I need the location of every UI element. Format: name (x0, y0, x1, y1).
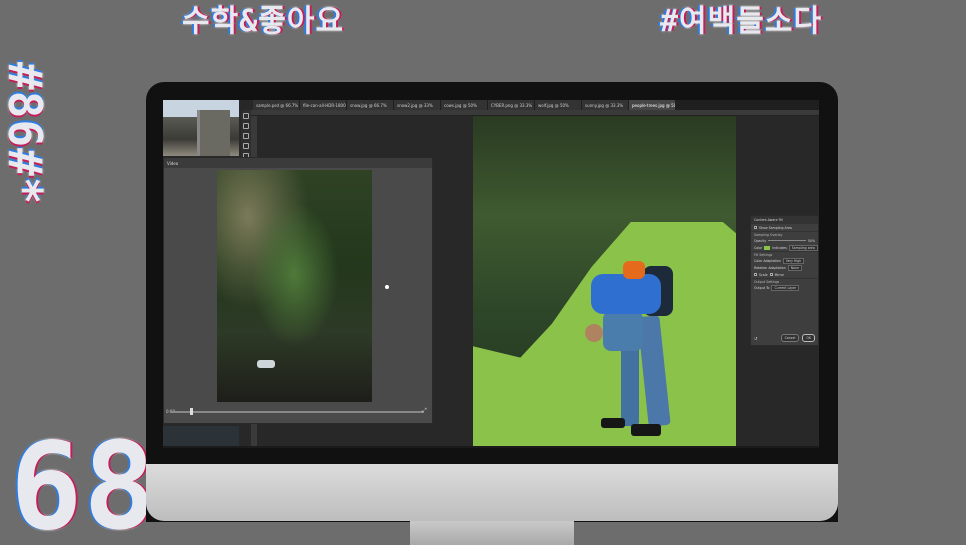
video-scrubber-handle[interactable] (190, 408, 193, 415)
document-tab[interactable]: snow.jpg @ 66.7% (347, 100, 393, 110)
opacity-value[interactable]: 50% (808, 239, 815, 243)
lasso-tool-icon[interactable] (243, 123, 249, 129)
document-tab[interactable]: cows.jpg @ 50% (441, 100, 487, 110)
output-to-row: Output To Current Layer (751, 284, 818, 291)
hiker-torso (603, 311, 643, 351)
hand-tool-icon[interactable] (243, 143, 249, 149)
layer-thumbnail-image[interactable] (163, 100, 239, 156)
opacity-row: Opacity 50% (751, 237, 818, 244)
mirror-label: Mirror (774, 272, 784, 277)
move-tool-icon[interactable] (243, 113, 249, 119)
document-tab[interactable]: wolf.jpg @ 50% (535, 100, 581, 110)
rotation-adaptation-select[interactable]: None (787, 264, 803, 271)
document-tab-bar: sample.psd @ 66.7% (Layer 1, RGB/8) file… (253, 100, 819, 110)
color-adaptation-select[interactable]: Very High (782, 257, 805, 264)
color-label: Color (754, 245, 763, 250)
hiker-boot (631, 424, 661, 436)
color-row: Color Indicates Sampling area (751, 244, 818, 251)
scale-checkbox[interactable] (754, 273, 757, 276)
indicates-select[interactable]: Sampling area (788, 244, 818, 251)
output-to-label: Output To (754, 285, 770, 290)
scale-mirror-row: Scale Mirror (751, 271, 818, 278)
monitor-screen: sample.psd @ 66.7% (Layer 1, RGB/8) file… (163, 100, 819, 448)
document-tab[interactable]: file-can-all-HDR-1800-.jpg (300, 100, 346, 110)
hiker-subject (573, 256, 693, 446)
document-tab[interactable]: sunny.jpg @ 33.3% (582, 100, 628, 110)
ok-button[interactable]: OK (802, 334, 815, 342)
hiker-boot (601, 418, 625, 428)
overlay-color-swatch[interactable] (764, 245, 771, 250)
video-scrubber[interactable] (170, 411, 424, 413)
rotation-adaptation-row: Rotation Adaptation None (751, 264, 818, 271)
document-canvas[interactable] (473, 116, 736, 448)
mouse-cursor-icon (385, 285, 389, 289)
scale-label: Scale (759, 272, 768, 277)
monitor-chin (146, 464, 838, 521)
show-sampling-area-label: Show Sampling Area (759, 225, 792, 230)
overlay-text-left-vertical: #86#* (0, 62, 52, 206)
rotation-adaptation-label: Rotation Adaptation (754, 265, 786, 270)
monitor-stand (410, 521, 574, 545)
cancel-button[interactable]: Cancel (780, 334, 800, 342)
content-aware-fill-panel: Content-Aware Fill Show Sampling Area Sa… (750, 215, 819, 346)
document-tab[interactable]: CYBER.png @ 33.3% (488, 100, 534, 110)
backpack (591, 274, 661, 314)
color-adaptation-row: Color Adaptation Very High (751, 257, 818, 264)
screen-bottom-bar (163, 446, 819, 448)
opacity-slider[interactable] (768, 240, 806, 241)
document-tab-active[interactable]: people-trees.jpg @ 50% (629, 100, 675, 110)
mirror-checkbox[interactable] (769, 273, 773, 276)
brush-tool-icon[interactable] (243, 133, 249, 139)
backpack-orange-bag (623, 261, 645, 279)
color-adaptation-label: Color Adaptation (754, 258, 781, 263)
overlay-text-top-right: #여백들소다 (660, 4, 823, 39)
show-sampling-area-row[interactable]: Show Sampling Area (751, 224, 818, 231)
layer-thumbnail-bottom (163, 426, 239, 448)
document-tab[interactable]: sample.psd @ 66.7% (Layer 1, RGB/8) (253, 100, 299, 110)
video-frame[interactable] (217, 170, 372, 402)
expand-icon[interactable]: ⤢ (422, 407, 427, 415)
video-dialog-title: Video (164, 158, 432, 168)
overlay-big-number: 68 (10, 418, 157, 545)
opacity-label: Opacity (754, 238, 767, 243)
reset-icon[interactable]: ↺ (754, 336, 757, 341)
video-dialog: Video 0:00 ⤢ (163, 157, 433, 424)
panel-title: Content-Aware Fill (751, 216, 818, 224)
show-sampling-area-checkbox[interactable] (754, 226, 757, 229)
hiker-head (585, 324, 603, 342)
output-to-select[interactable]: Current Layer (771, 284, 800, 291)
document-tab[interactable]: snow2.jpg @ 33% (394, 100, 440, 110)
indicates-label: Indicates (772, 245, 787, 250)
overlay-text-top-left: 수학&좋아요 (182, 4, 345, 39)
